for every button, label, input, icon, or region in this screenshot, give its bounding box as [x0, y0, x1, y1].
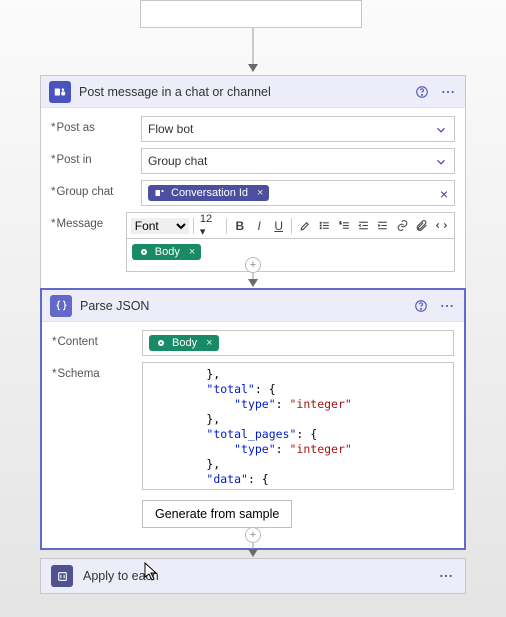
token-remove-icon[interactable]: × — [206, 337, 212, 349]
help-icon[interactable] — [413, 83, 431, 101]
card-header[interactable]: Parse JSON — [42, 290, 464, 322]
token-remove-icon[interactable]: × — [257, 187, 263, 199]
schema-textarea[interactable]: }, "total": { "type": "integer" }, "tota… — [142, 362, 454, 490]
loop-icon — [51, 565, 73, 587]
label-post-as: *Post as — [51, 116, 141, 134]
number-list-button[interactable]: 1 — [335, 217, 352, 235]
more-icon[interactable] — [439, 83, 457, 101]
label-group-chat: *Group chat — [51, 180, 141, 198]
connector-arrow — [248, 279, 258, 287]
post-in-value: Group chat — [148, 154, 207, 168]
connector-arrow — [248, 64, 258, 72]
previous-action-stub — [140, 0, 362, 28]
highlight-button[interactable] — [296, 217, 313, 235]
svg-text:1: 1 — [339, 221, 341, 225]
chevron-down-icon — [434, 155, 448, 172]
label-content: *Content — [52, 330, 142, 348]
card-title: Apply to each — [83, 569, 427, 583]
link-button[interactable] — [394, 217, 411, 235]
token-conversation-id[interactable]: Conversation Id × — [148, 185, 269, 201]
action-parse-json[interactable]: Parse JSON *Content Body × — [40, 288, 466, 550]
cursor-icon — [144, 562, 160, 585]
post-as-value: Flow bot — [148, 122, 193, 136]
connector-line — [253, 28, 254, 64]
action-apply-to-each[interactable]: Apply to each — [40, 558, 466, 594]
more-icon[interactable] — [438, 297, 456, 315]
underline-button[interactable]: U — [270, 217, 287, 235]
label-post-in: *Post in — [51, 148, 141, 166]
group-chat-input[interactable]: Conversation Id × × — [141, 180, 455, 206]
more-icon[interactable] — [437, 567, 455, 585]
teams-icon — [49, 81, 71, 103]
generate-from-sample-button[interactable]: Generate from sample — [142, 500, 292, 528]
label-schema: *Schema — [52, 362, 142, 380]
card-title: Post message in a chat or channel — [79, 85, 405, 99]
font-select[interactable]: Font — [131, 218, 189, 234]
clip-button[interactable] — [413, 217, 430, 235]
rte-toolbar: Font 12 ▾ B I U 1 — [126, 212, 455, 238]
outdent-button[interactable] — [355, 217, 372, 235]
card-header[interactable]: Post message in a chat or channel — [41, 76, 465, 108]
chevron-down-icon — [434, 123, 448, 140]
token-remove-icon[interactable]: × — [189, 246, 195, 258]
help-icon[interactable] — [412, 297, 430, 315]
post-as-select[interactable]: Flow bot — [141, 116, 455, 142]
token-body[interactable]: Body × — [132, 244, 202, 260]
code-view-button[interactable] — [433, 217, 450, 235]
italic-button[interactable]: I — [251, 217, 268, 235]
clear-icon[interactable]: × — [440, 186, 448, 202]
add-step-button[interactable]: + — [245, 257, 261, 273]
token-body[interactable]: Body × — [149, 335, 219, 351]
indent-button[interactable] — [374, 217, 391, 235]
bullet-list-button[interactable] — [316, 217, 333, 235]
card-title: Parse JSON — [80, 299, 404, 313]
font-size-display[interactable]: 12 ▾ — [200, 213, 220, 238]
message-input[interactable]: Body × — [126, 238, 455, 272]
content-input[interactable]: Body × — [142, 330, 454, 356]
bold-button[interactable]: B — [231, 217, 248, 235]
post-in-select[interactable]: Group chat — [141, 148, 455, 174]
add-step-button[interactable]: + — [245, 527, 261, 543]
connector-arrow — [248, 549, 258, 557]
data-operation-icon — [50, 295, 72, 317]
label-message: *Message — [51, 212, 126, 230]
